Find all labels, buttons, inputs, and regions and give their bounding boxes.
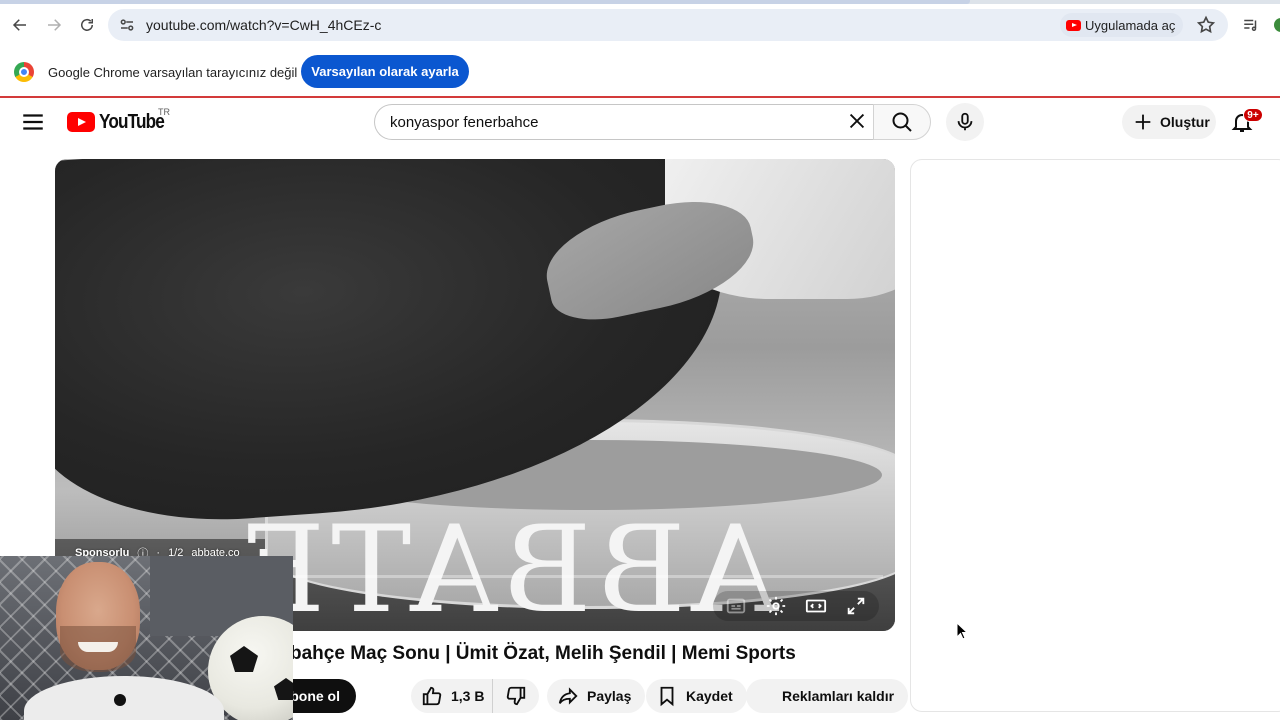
voice-search-button[interactable] (946, 103, 984, 141)
bookmark-icon (660, 686, 674, 707)
save-label: Kaydet (686, 688, 733, 704)
like-button[interactable]: 1,3 B (411, 679, 493, 713)
webcam-overlay (0, 556, 293, 720)
create-label: Oluştur (1160, 114, 1210, 130)
like-count: 1,3 B (451, 688, 485, 704)
media-control-icon[interactable] (1242, 16, 1260, 34)
menu-icon[interactable] (20, 109, 46, 135)
fullscreen-button[interactable] (843, 593, 869, 619)
settings-button[interactable] (763, 593, 789, 619)
browser-toolbar: youtube.com/watch?v=CwH_4hCEz-c Uygulama… (0, 4, 1280, 46)
remove-ads-label: Reklamları kaldır (782, 688, 895, 704)
forward-icon (48, 19, 62, 31)
search-input[interactable]: konyaspor fenerbahce (374, 104, 874, 140)
banner-message: Google Chrome varsayılan tarayıcınız değ… (48, 65, 298, 80)
youtube-logo-icon (67, 112, 95, 132)
theater-icon (805, 599, 827, 613)
dislike-icon (506, 686, 526, 706)
youtube-masthead: YouTube TR konyaspor fenerbahce Oluştur … (0, 98, 1280, 146)
plus-icon (1135, 114, 1151, 130)
like-dislike-group: 1,3 B (411, 679, 539, 713)
share-button[interactable]: Paylaş (547, 679, 646, 713)
back-button[interactable] (7, 12, 33, 38)
lapel-microphone (114, 694, 126, 706)
reload-button[interactable] (74, 12, 100, 38)
clear-icon[interactable] (846, 110, 868, 132)
country-code: TR (158, 107, 170, 117)
save-button[interactable]: Kaydet (646, 679, 747, 713)
back-icon (12, 19, 26, 31)
search-query[interactable]: konyaspor fenerbahce (390, 114, 538, 131)
profile-avatar[interactable] (1274, 18, 1280, 32)
dislike-button[interactable] (493, 679, 539, 713)
open-in-app-label: Uygulamada aç (1085, 17, 1176, 33)
notification-badge: 9+ (1243, 108, 1263, 122)
open-in-app-button[interactable]: Uygulamada aç (1060, 13, 1184, 37)
captions-button[interactable] (723, 593, 749, 619)
search-icon (892, 112, 912, 132)
set-default-button[interactable]: Varsayılan olarak ayarla (301, 55, 469, 88)
site-info-icon[interactable] (118, 16, 136, 34)
address-bar[interactable]: youtube.com/watch?v=CwH_4hCEz-c Uygulama… (108, 9, 1228, 41)
fullscreen-icon (847, 597, 865, 615)
search-button[interactable] (873, 104, 931, 140)
default-browser-banner: Google Chrome varsayılan tarayıcınız değ… (0, 46, 1280, 98)
forward-button[interactable] (41, 12, 67, 38)
youtube-logo-text: YouTube (99, 110, 165, 133)
like-icon (422, 686, 442, 706)
theater-button[interactable] (803, 593, 829, 619)
share-icon (558, 687, 578, 705)
reload-icon (81, 18, 93, 31)
youtube-mini-icon (1066, 19, 1081, 31)
video-title: bahçe Maç Sonu | Ümit Özat, Melih Şendil… (290, 643, 796, 664)
chrome-logo-icon (14, 62, 34, 82)
star-icon[interactable] (1196, 15, 1216, 35)
settings-icon (766, 596, 786, 616)
url-text[interactable]: youtube.com/watch?v=CwH_4hCEz-c (146, 17, 381, 33)
microphone-icon (957, 112, 973, 131)
player-controls (713, 591, 879, 621)
create-button[interactable]: Oluştur (1122, 105, 1216, 139)
share-label: Paylaş (587, 688, 632, 704)
remove-ads-button[interactable]: Reklamları kaldır (746, 679, 909, 713)
captions-icon (726, 598, 746, 614)
mouse-cursor-icon (956, 622, 968, 640)
